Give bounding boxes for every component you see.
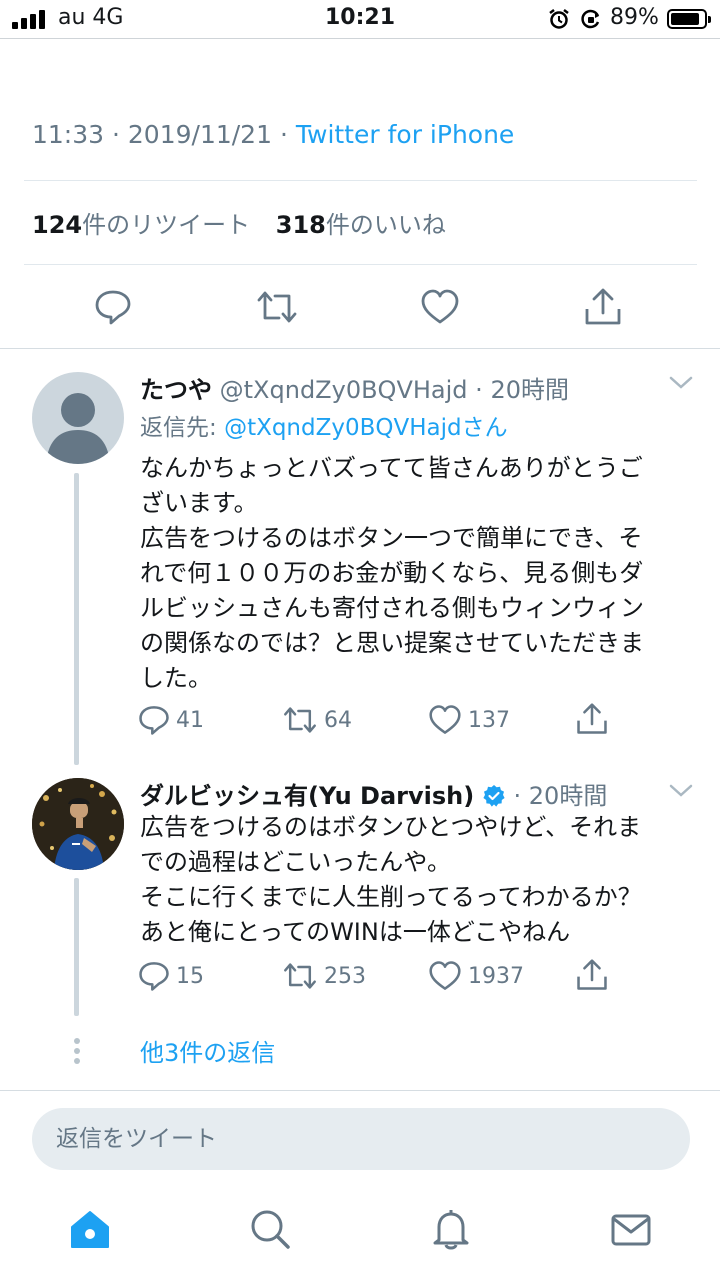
default-avatar-icon xyxy=(46,393,110,464)
reply-text: なんかちょっとバズってて皆さんありがとうご ざいます。 広告をつけるのはボタン一… xyxy=(140,454,644,692)
home-icon xyxy=(71,1211,109,1248)
reply-count: 15 xyxy=(176,963,204,989)
avatar[interactable] xyxy=(32,372,124,464)
profile-photo xyxy=(32,778,124,870)
reply-to: 返信先: @tXqndZy0BQVHajdさん xyxy=(140,415,508,441)
search-icon xyxy=(251,1210,290,1249)
like-button[interactable]: 1937 xyxy=(428,960,524,992)
share-icon[interactable] xyxy=(584,287,622,327)
display-name[interactable]: たつや xyxy=(140,376,212,404)
divider xyxy=(0,1090,720,1091)
share-icon[interactable] xyxy=(576,958,608,992)
tweet-timestamp: 11:33 · 2019/11/21 · Twitter for iPhone xyxy=(32,120,515,149)
thread-line xyxy=(74,878,79,1016)
reply-age: 20時間 xyxy=(490,376,569,404)
like-icon xyxy=(429,961,461,990)
tab-search[interactable] xyxy=(248,1207,292,1251)
tweet-source-link[interactable]: Twitter for iPhone xyxy=(296,120,514,149)
retweet-icon xyxy=(284,963,316,989)
verified-badge-icon xyxy=(483,785,505,807)
thread-line xyxy=(74,473,79,765)
retweet-icon[interactable] xyxy=(255,288,299,326)
reply-to-handle[interactable]: @tXqndZy0BQVHajdさん xyxy=(224,415,508,441)
retweet-count-link[interactable]: 124件のリツイート xyxy=(32,211,250,239)
share-icon[interactable] xyxy=(576,702,608,736)
tweet-counts: 124件のリツイート 318件のいいね xyxy=(32,205,446,240)
username[interactable]: @tXqndZy0BQVHajd xyxy=(220,376,468,404)
tab-home[interactable] xyxy=(68,1207,112,1251)
tab-notifications[interactable] xyxy=(429,1207,473,1251)
tweet-time: 11:33 xyxy=(32,120,105,149)
reply-age: 20時間 xyxy=(528,782,608,810)
retweet-button[interactable]: 64 xyxy=(282,704,352,736)
messages-icon xyxy=(611,1214,651,1246)
like-icon xyxy=(429,705,461,734)
tweet-date: 2019/11/21 xyxy=(127,120,272,149)
like-count: 137 xyxy=(468,707,510,733)
compose-reply-field[interactable] xyxy=(32,1108,690,1170)
display-name[interactable]: ダルビッシュ有(Yu Darvish) xyxy=(140,782,474,810)
notifications-icon xyxy=(433,1210,469,1250)
alarm-icon xyxy=(548,8,570,36)
reply-button[interactable]: 41 xyxy=(138,704,204,736)
battery-icon xyxy=(667,9,711,29)
reply-text: 広告をつけるのはボタンひとつやけど、それま での過程はどこいったんや。 そこに行… xyxy=(140,813,642,946)
avatar[interactable] xyxy=(32,778,124,870)
retweet-icon xyxy=(284,707,316,733)
reply-header: ダルビッシュ有(Yu Darvish) · 20時間 xyxy=(140,782,608,810)
like-button[interactable]: 137 xyxy=(428,704,510,736)
retweet-count: 64 xyxy=(324,707,352,733)
like-icon[interactable] xyxy=(420,288,460,326)
orientation-lock-icon xyxy=(580,8,602,36)
reply-input[interactable] xyxy=(32,1108,690,1170)
chevron-down-icon[interactable] xyxy=(668,374,694,396)
battery-percent: 89% xyxy=(610,5,659,30)
status-divider xyxy=(0,38,720,39)
status-bar: au 4G 10:21 89% xyxy=(0,0,720,38)
divider xyxy=(0,348,720,349)
divider xyxy=(24,180,697,181)
divider xyxy=(24,264,697,265)
reply-icon xyxy=(139,962,169,991)
chevron-down-icon[interactable] xyxy=(668,782,694,804)
reply-header: たつや @tXqndZy0BQVHajd · 20時間 xyxy=(140,376,569,404)
reply-count: 41 xyxy=(176,707,204,733)
more-replies-dots-icon xyxy=(74,1038,80,1068)
reply-icon xyxy=(139,706,169,735)
reply-button[interactable]: 15 xyxy=(138,960,204,992)
tab-messages[interactable] xyxy=(609,1207,653,1251)
retweet-button[interactable]: 253 xyxy=(282,960,366,992)
like-count: 1937 xyxy=(468,963,524,989)
like-count-link[interactable]: 318件のいいね xyxy=(276,211,446,239)
reply-icon[interactable] xyxy=(94,288,132,326)
retweet-count: 253 xyxy=(324,963,366,989)
more-replies-link[interactable]: 他3件の返信 xyxy=(140,1033,275,1068)
